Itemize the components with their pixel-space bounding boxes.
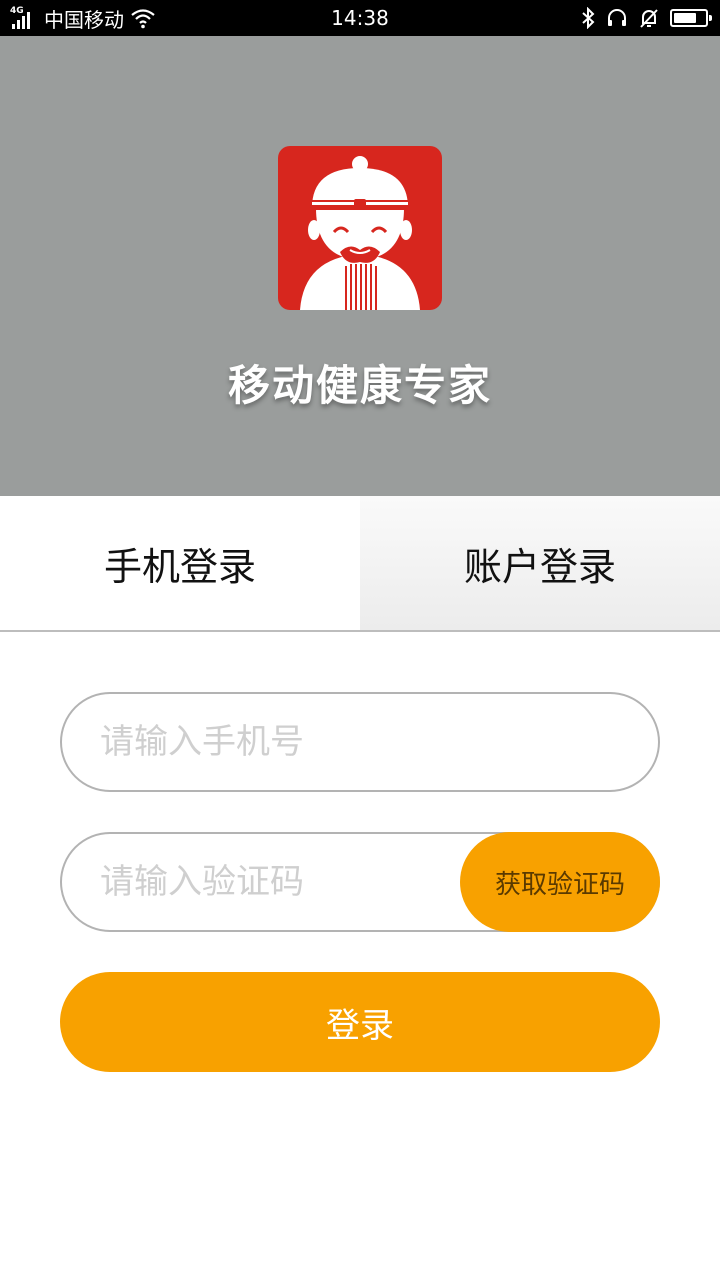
bluetooth-icon [582,7,595,29]
login-button[interactable]: 登录 [60,972,660,1072]
tab-phone-login[interactable]: 手机登录 [0,496,360,630]
doctor-mascot-logo [278,146,442,310]
status-right [580,0,712,36]
phone-input[interactable] [100,694,620,790]
status-left: 4G 中国移动 [10,0,156,36]
wifi-icon [131,9,155,29]
phone-field [60,692,660,792]
status-time: 14:38 [331,6,389,30]
doctor-mascot-icon [300,156,420,310]
get-code-button[interactable]: 获取验证码 [460,832,660,932]
verification-code-input[interactable] [100,834,480,930]
signal-icon: 4G [10,6,38,30]
code-field: 获取验证码 [60,832,660,932]
tab-account-login[interactable]: 账户登录 [360,496,720,630]
headset-icon [608,9,626,26]
status-bar: 4G 中国移动 14:38 [0,0,720,36]
battery-icon [670,9,712,27]
battery-fill [674,13,696,23]
carrier-name: 中国移动 [44,7,124,32]
login-tabs: 手机登录 账户登录 [0,496,720,632]
app-header: 移动健康专家 [0,36,720,496]
bell-muted-icon [640,9,658,28]
app-title: 移动健康专家 [227,361,492,410]
